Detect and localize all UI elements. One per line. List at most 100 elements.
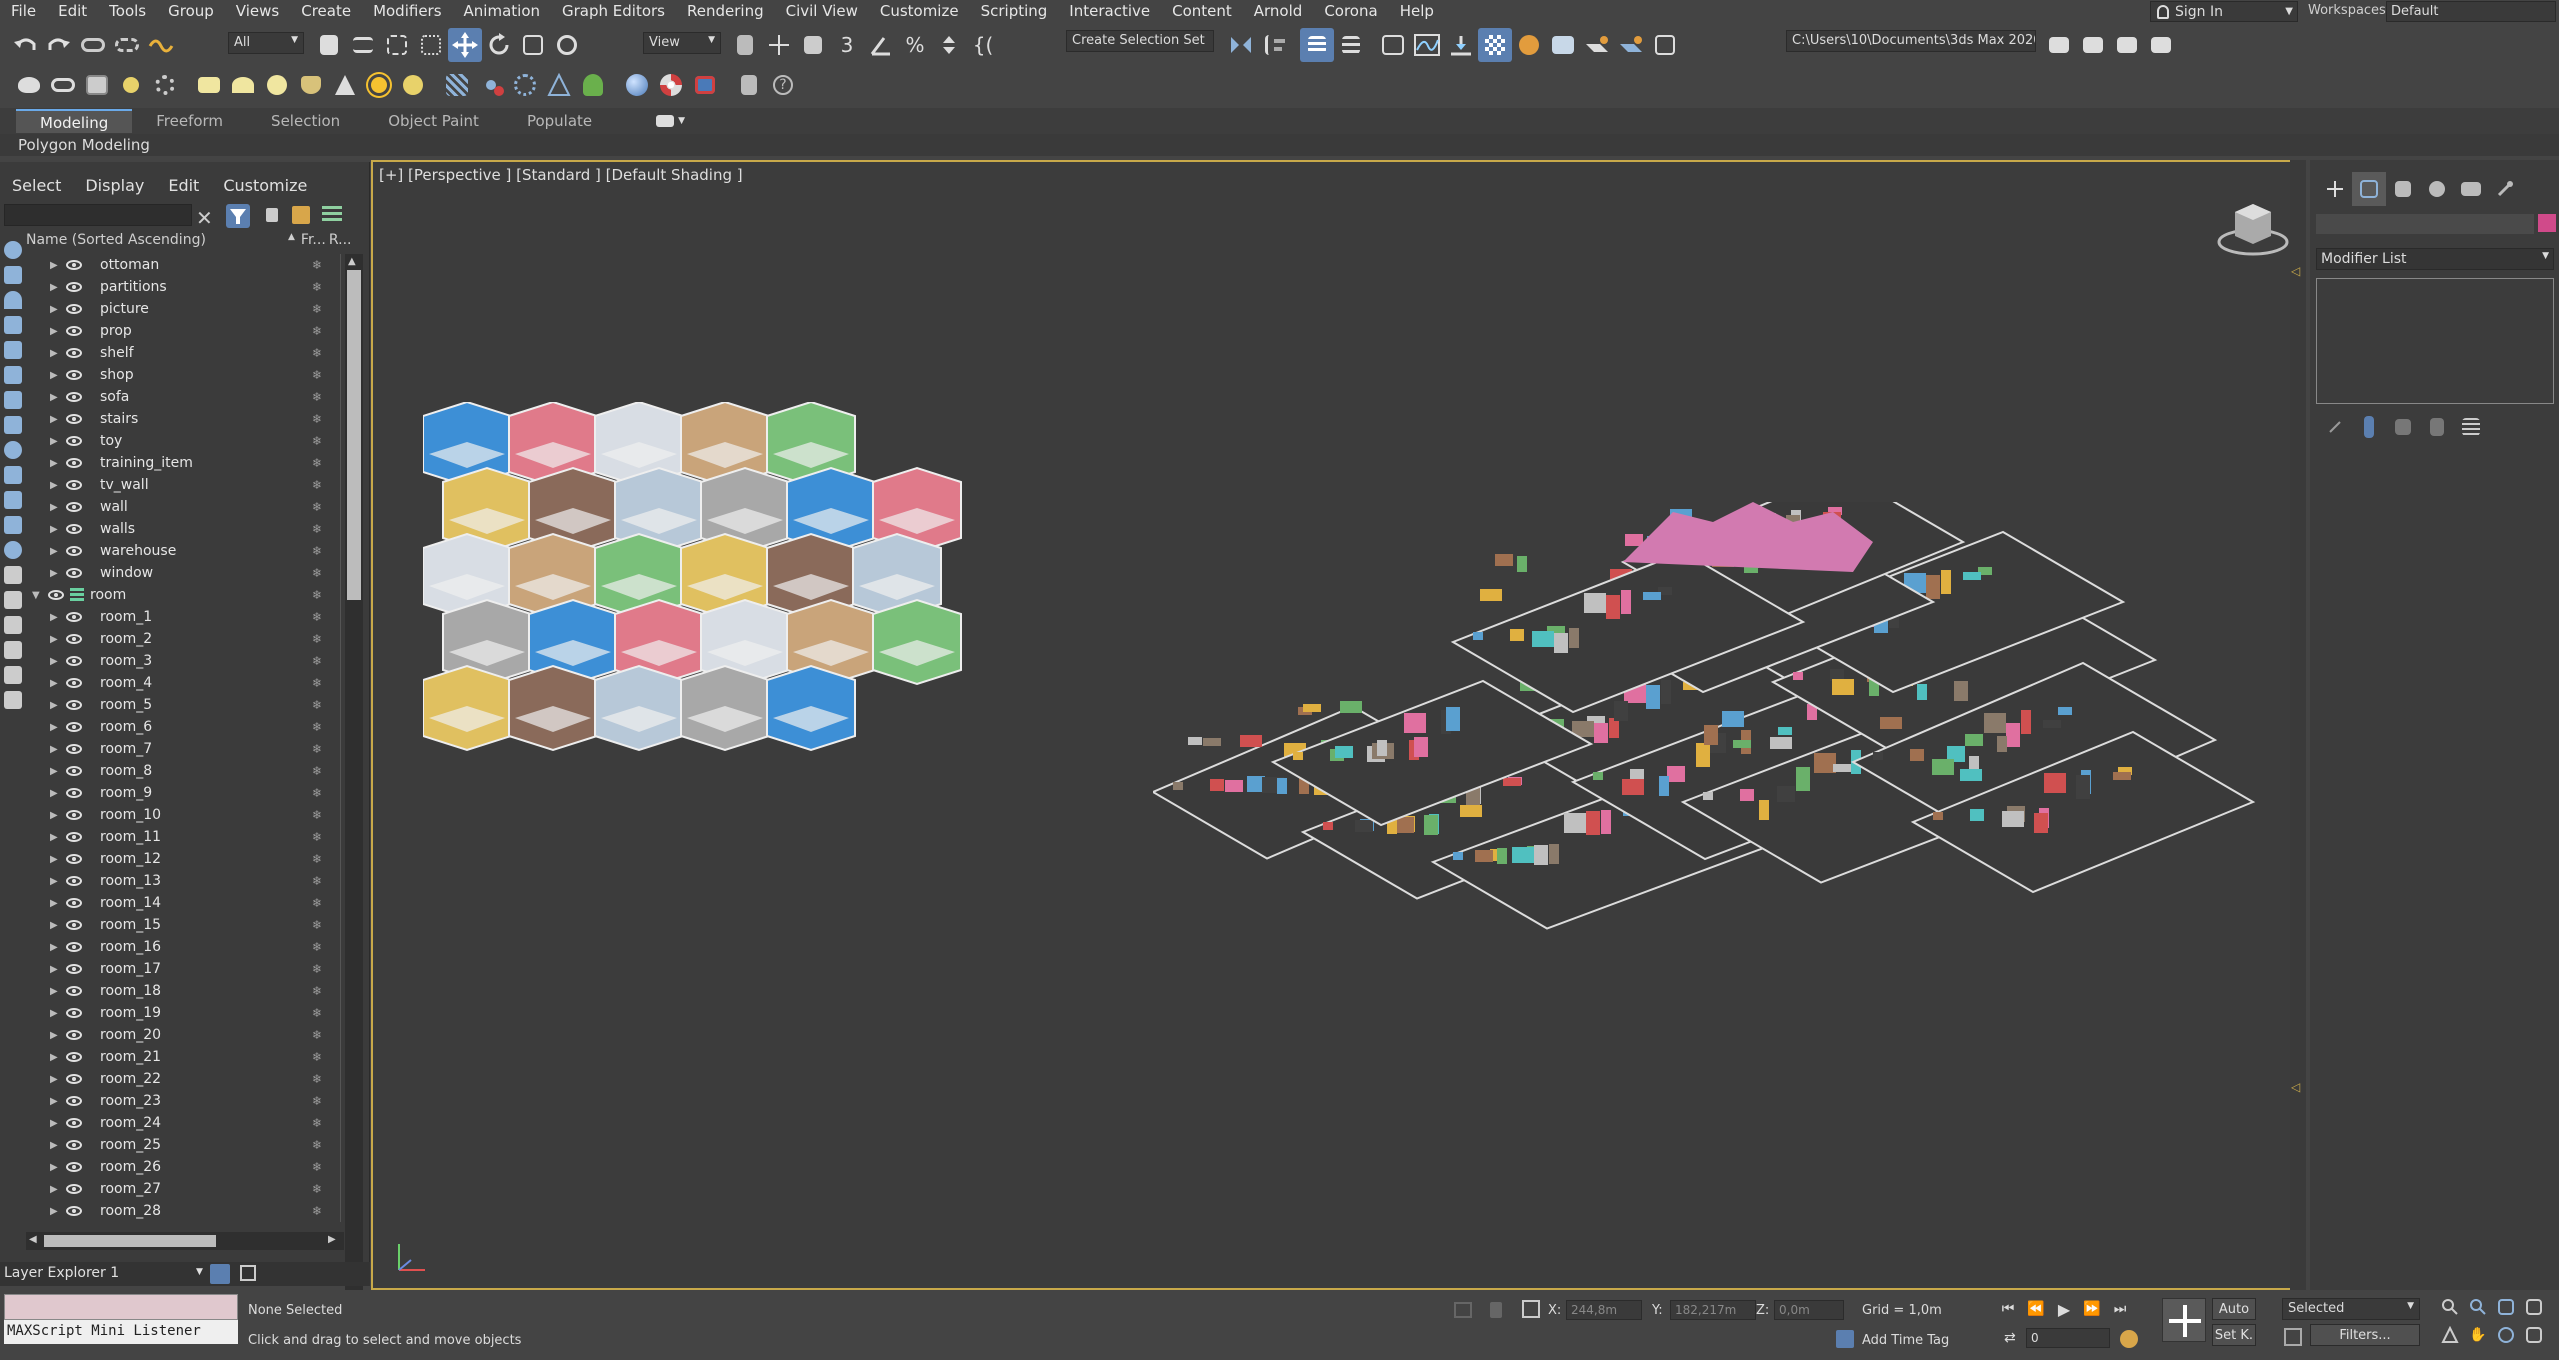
cloud-icon[interactable]	[46, 68, 80, 102]
freeze-toggle-icon[interactable]: ❄	[312, 896, 322, 910]
display-none-icon[interactable]	[4, 566, 22, 584]
explorer-hscroll-thumb[interactable]	[44, 1235, 216, 1247]
freeze-toggle-icon[interactable]: ❄	[312, 456, 322, 470]
visibility-eye-icon[interactable]	[66, 546, 82, 556]
visibility-eye-icon[interactable]	[48, 590, 64, 600]
perspective-viewport[interactable]: [+] [Perspective ] [Standard ] [Default …	[371, 160, 2306, 1290]
visibility-eye-icon[interactable]	[66, 854, 82, 864]
next-frame-icon[interactable]: ⏩	[2078, 1292, 2106, 1326]
freeze-toggle-icon[interactable]: ❄	[312, 1182, 322, 1196]
explorer-vertical-scrollbar[interactable]: ▲ ▼	[345, 254, 363, 1350]
expand-arrow-icon[interactable]: ▶	[50, 722, 60, 733]
sign-in-dropdown[interactable]: Sign In ▼	[2150, 1, 2298, 22]
utilities-tab-icon[interactable]	[2488, 172, 2522, 206]
scatter-icon[interactable]	[440, 68, 474, 102]
expand-arrow-icon[interactable]: ▶	[50, 370, 60, 381]
expand-arrow-icon[interactable]: ▶	[50, 942, 60, 953]
zoom-all-icon[interactable]	[2464, 1294, 2492, 1320]
pivot-center-icon[interactable]	[728, 28, 762, 62]
expand-arrow-icon[interactable]: ▶	[50, 480, 60, 491]
visibility-eye-icon[interactable]	[66, 788, 82, 798]
freeze-toggle-icon[interactable]: ❄	[312, 654, 322, 668]
freeze-toggle-icon[interactable]: ❄	[312, 324, 322, 338]
freeze-toggle-icon[interactable]: ❄	[312, 390, 322, 404]
tab-object-paint[interactable]: Object Paint	[364, 109, 503, 133]
expand-arrow-icon[interactable]: ▶	[50, 898, 60, 909]
freeze-toggle-icon[interactable]: ❄	[312, 1138, 322, 1152]
menu-animation[interactable]: Animation	[453, 0, 551, 22]
expand-arrow-icon[interactable]: ▶	[50, 304, 60, 315]
rectangle-light-icon[interactable]	[192, 68, 226, 102]
freeze-toggle-icon[interactable]: ❄	[312, 258, 322, 272]
isolate-selection-icon[interactable]	[1454, 1302, 1472, 1318]
freeze-toggle-icon[interactable]: ❄	[312, 1006, 322, 1020]
tree-row[interactable]: ▶ room_2 ❄	[26, 628, 346, 650]
freeze-toggle-icon[interactable]: ❄	[312, 962, 322, 976]
explorer-menu-edit[interactable]: Edit	[156, 176, 211, 195]
tree-row[interactable]: ▶ shelf ❄	[26, 342, 346, 364]
visibility-eye-icon[interactable]	[66, 370, 82, 380]
freeze-toggle-icon[interactable]: ❄	[312, 610, 322, 624]
percent-snap-icon[interactable]: %	[898, 28, 932, 62]
layer-explorer-select[interactable]: Layer Explorer 1 ▼	[0, 1262, 370, 1286]
zoom-icon[interactable]	[2436, 1294, 2464, 1320]
visibility-eye-icon[interactable]	[66, 414, 82, 424]
freeze-toggle-icon[interactable]: ❄	[312, 786, 322, 800]
project-folder-icon[interactable]	[2042, 28, 2076, 62]
expand-arrow-icon[interactable]: ▶	[50, 1206, 60, 1217]
filter-icon[interactable]	[226, 204, 250, 228]
selection-lock-icon[interactable]	[1490, 1302, 1502, 1318]
y-coordinate-field[interactable]: 182,217m	[1670, 1300, 1756, 1320]
project-settings-icon[interactable]	[2144, 28, 2178, 62]
sphere-light-icon[interactable]	[226, 68, 260, 102]
expand-arrow-icon[interactable]: ▶	[50, 1008, 60, 1019]
render-in-cloud-icon[interactable]	[1614, 28, 1648, 62]
freeze-toggle-icon[interactable]: ❄	[312, 302, 322, 316]
clear-search-icon[interactable]: ✕	[196, 206, 213, 230]
visibility-eye-icon[interactable]	[66, 480, 82, 490]
time-tag-icon[interactable]	[1836, 1330, 1854, 1348]
tab-freeform[interactable]: Freeform	[132, 109, 247, 133]
named-selection-set-select[interactable]: Create Selection Set	[1066, 30, 1214, 52]
tree-row[interactable]: ▶ room_19 ❄	[26, 1002, 346, 1024]
select-and-place-icon[interactable]	[550, 28, 584, 62]
viewport-label[interactable]: [+] [Perspective ] [Standard ] [Default …	[379, 166, 743, 184]
visibility-eye-icon[interactable]	[66, 1206, 82, 1216]
visibility-eye-icon[interactable]	[66, 700, 82, 710]
layers-icon[interactable]	[322, 206, 342, 224]
expand-arrow-icon[interactable]: ▶	[50, 854, 60, 865]
scroll-right-icon[interactable]: ▶	[328, 1234, 336, 1245]
a360-gallery-icon[interactable]	[1648, 28, 1682, 62]
set-key-button[interactable]	[2162, 1298, 2206, 1342]
visibility-eye-icon[interactable]	[66, 1030, 82, 1040]
render-column-header[interactable]: R...	[329, 232, 352, 252]
menu-arnold[interactable]: Arnold	[1243, 0, 1314, 22]
select-and-rotate-icon[interactable]	[482, 28, 516, 62]
explorer-menu-select[interactable]: Select	[0, 176, 73, 195]
freeze-toggle-icon[interactable]: ❄	[312, 522, 322, 536]
tree-row[interactable]: ▶ room_5 ❄	[26, 694, 346, 716]
visibility-eye-icon[interactable]	[66, 678, 82, 688]
key-mode-toggle-icon[interactable]: ⇄	[2004, 1330, 2016, 1346]
expand-arrow-icon[interactable]: ▶	[50, 832, 60, 843]
expand-arrow-icon[interactable]: ▶	[50, 414, 60, 425]
freeze-toggle-icon[interactable]: ❄	[312, 346, 322, 360]
tree-row[interactable]: ▶ ottoman ❄	[26, 254, 346, 276]
freeze-toggle-icon[interactable]: ❄	[312, 1094, 322, 1108]
z-coordinate-field[interactable]: 0,0m	[1774, 1300, 1844, 1320]
cone-light-icon[interactable]	[328, 68, 362, 102]
sort-by-hierarchy-icon[interactable]	[240, 1265, 256, 1281]
visibility-eye-icon[interactable]	[66, 502, 82, 512]
visibility-eye-icon[interactable]	[66, 458, 82, 468]
expand-arrow-icon[interactable]: ▶	[50, 392, 60, 403]
expand-arrow-icon[interactable]: ▶	[50, 986, 60, 997]
expand-arrow-icon[interactable]: ▶	[50, 458, 60, 469]
tree-row[interactable]: ▶ room_4 ❄	[26, 672, 346, 694]
previous-frame-icon[interactable]: ⏪	[2022, 1292, 2050, 1326]
window-crossing-icon[interactable]	[414, 28, 448, 62]
visibility-eye-icon[interactable]	[66, 1052, 82, 1062]
tree-row[interactable]: ▶ room_17 ❄	[26, 958, 346, 980]
freeze-toggle-icon[interactable]: ❄	[312, 1116, 322, 1130]
tree-row[interactable]: ▶ room_12 ❄	[26, 848, 346, 870]
tree-row[interactable]: ▶ partitions ❄	[26, 276, 346, 298]
